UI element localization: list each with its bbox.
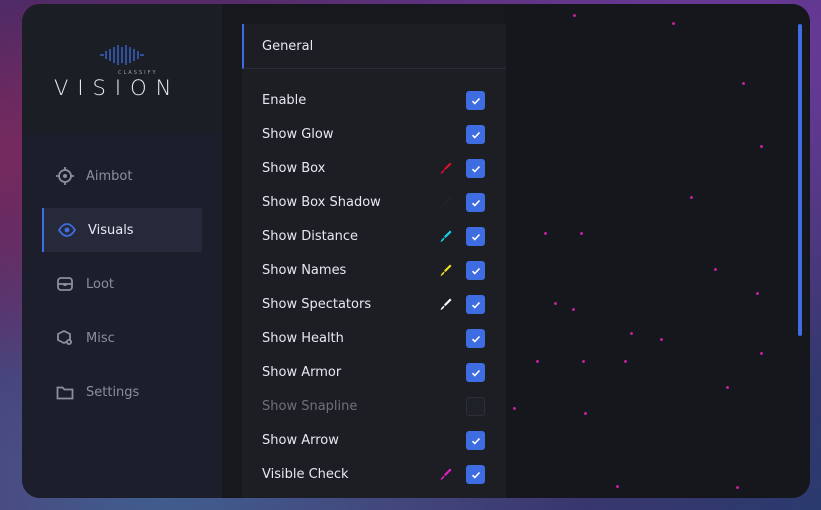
scrollbar[interactable] — [798, 24, 802, 336]
panel-title: General — [242, 24, 506, 69]
option-checkbox[interactable] — [466, 295, 485, 314]
checkmark-icon — [471, 335, 480, 343]
particle-dot — [573, 14, 576, 17]
option-checkbox[interactable] — [466, 159, 485, 178]
color-picker-icon[interactable] — [439, 195, 453, 209]
particle-dot — [584, 412, 587, 415]
color-picker-icon[interactable] — [439, 263, 453, 277]
option-label: Show Spectators — [262, 296, 372, 312]
option-label: Show Snapline — [262, 398, 358, 414]
option-row[interactable]: Show Box Shadow — [242, 185, 506, 219]
particle-dot — [690, 196, 693, 199]
particle-dot — [536, 360, 539, 363]
sidebar-item-misc[interactable]: Misc — [42, 316, 202, 360]
option-label: Show Distance — [262, 228, 359, 244]
option-label: Show Names — [262, 262, 347, 278]
option-checkbox[interactable] — [466, 261, 485, 280]
option-row[interactable]: Show Health — [242, 321, 506, 355]
particle-dot — [672, 22, 675, 25]
option-row[interactable]: Show Distance — [242, 219, 506, 253]
color-picker-icon[interactable] — [439, 297, 453, 311]
color-picker-icon[interactable] — [439, 161, 453, 175]
option-row[interactable]: Show Names — [242, 253, 506, 287]
option-row[interactable]: Enable — [242, 83, 506, 117]
sidebar-item-label: Visuals — [88, 222, 134, 238]
crosshair-icon — [56, 167, 74, 185]
option-row[interactable]: Show Armor — [242, 355, 506, 389]
sidebar-item-visuals[interactable]: Visuals — [42, 208, 202, 252]
option-label: Visible Check — [262, 466, 349, 482]
option-row[interactable]: Show Box — [242, 151, 506, 185]
option-label: Show Glow — [262, 126, 334, 142]
option-row[interactable]: Show Snapline — [242, 389, 506, 423]
sidebar-item-label: Aimbot — [86, 168, 133, 184]
particle-dot — [630, 332, 633, 335]
checkmark-icon — [471, 199, 480, 207]
particle-dot — [714, 268, 717, 271]
option-label: Show Armor — [262, 364, 342, 380]
sidebar-item-label: Settings — [86, 384, 140, 400]
checkmark-icon — [471, 267, 480, 275]
option-label: Enable — [262, 92, 307, 108]
particle-dot — [756, 292, 759, 295]
particle-dot — [572, 308, 575, 311]
checkmark-icon — [471, 131, 480, 139]
sidebar-item-loot[interactable]: Loot — [42, 262, 202, 306]
chest-icon — [57, 277, 73, 291]
option-label: Show Arrow — [262, 432, 339, 448]
particle-dot — [580, 232, 583, 235]
color-picker-icon[interactable] — [439, 467, 453, 481]
folder-icon — [56, 386, 74, 400]
option-checkbox[interactable] — [466, 227, 485, 246]
particle-dot — [726, 386, 729, 389]
checkmark-icon — [471, 97, 480, 105]
option-label: Show Box Shadow — [262, 194, 381, 210]
option-checkbox[interactable] — [466, 397, 485, 416]
option-row[interactable]: Show Spectators — [242, 287, 506, 321]
gear-box-icon — [57, 329, 72, 345]
option-checkbox[interactable] — [466, 363, 485, 382]
logo: CLASSIFY VISION — [22, 4, 222, 134]
checkmark-icon — [471, 471, 480, 479]
color-picker-icon[interactable] — [439, 229, 453, 243]
checkmark-icon — [471, 369, 480, 377]
sidebar-item-label: Loot — [86, 276, 115, 292]
option-checkbox[interactable] — [466, 193, 485, 212]
option-checkbox[interactable] — [466, 91, 485, 110]
particle-dot — [660, 338, 663, 341]
option-row[interactable]: Visible Check — [242, 457, 506, 491]
particle-dot — [760, 145, 763, 148]
option-label: Show Box — [262, 160, 326, 176]
main-window: CLASSIFY VISION Aimbot Visuals Loot Misc… — [22, 4, 810, 498]
sidebar-item-settings[interactable]: Settings — [42, 370, 202, 414]
option-label: Show Health — [262, 330, 344, 346]
particle-dot — [544, 232, 547, 235]
particle-dot — [582, 360, 585, 363]
particle-dot — [616, 485, 619, 488]
soundwave-icon — [100, 45, 144, 65]
eye-icon — [58, 223, 76, 237]
checkmark-icon — [471, 301, 480, 309]
checkmark-icon — [471, 437, 480, 445]
option-checkbox[interactable] — [466, 125, 485, 144]
option-row[interactable]: Show Arrow — [242, 423, 506, 457]
option-checkbox[interactable] — [466, 431, 485, 450]
checkmark-icon — [471, 165, 480, 173]
checkmark-icon — [471, 233, 480, 241]
particle-dot — [513, 407, 516, 410]
option-checkbox[interactable] — [466, 465, 485, 484]
particle-dot — [554, 302, 557, 305]
general-panel: General Enable Show Glow Show Box Show Box … — [242, 24, 506, 498]
particle-dot — [736, 486, 739, 489]
sidebar-item-aimbot[interactable]: Aimbot — [42, 154, 202, 198]
particle-dot — [624, 360, 627, 363]
sidebar: CLASSIFY VISION Aimbot Visuals Loot Misc… — [22, 4, 222, 498]
particle-dot — [760, 352, 763, 355]
sidebar-item-label: Misc — [86, 330, 115, 346]
option-row[interactable]: Show Glow — [242, 117, 506, 151]
logo-title: VISION — [54, 76, 181, 100]
preview-area — [506, 4, 810, 498]
particle-dot — [742, 82, 745, 85]
option-checkbox[interactable] — [466, 329, 485, 348]
